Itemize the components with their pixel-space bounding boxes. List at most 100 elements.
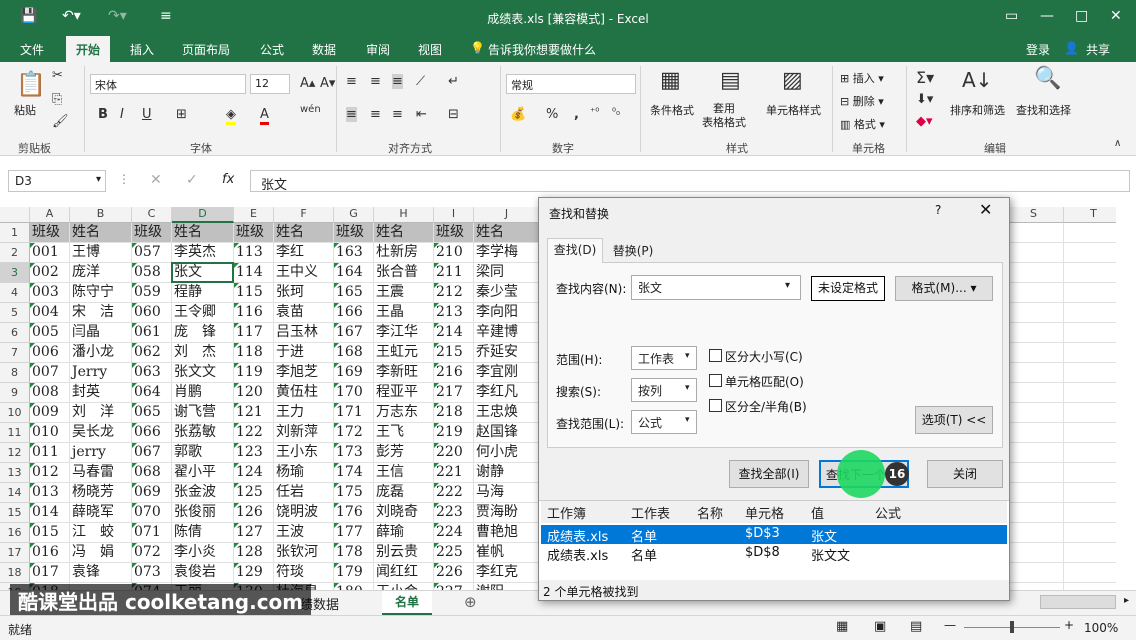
cell[interactable]: 005 [30,323,70,343]
cell[interactable]: 067 [132,443,172,463]
result-column-header[interactable]: 名称 [697,503,723,522]
cell[interactable]: 222 [434,483,474,503]
cell[interactable]: 闻红红 [374,563,434,583]
cell[interactable] [1004,443,1064,463]
cell[interactable]: 017 [30,563,70,583]
cell[interactable]: 程亚平 [374,383,434,403]
cell[interactable]: 王信 [374,463,434,483]
cell[interactable]: 060 [132,303,172,323]
cell[interactable]: 庞 锋 [172,323,234,343]
format-button[interactable]: 格式(M)... ▾ [895,276,993,301]
cell[interactable]: 王小会 [374,583,434,590]
find-what-input[interactable]: 张文 [631,275,801,300]
align-top-icon[interactable]: ≡ [346,74,357,89]
cell[interactable]: 014 [30,503,70,523]
find-all-button[interactable]: 查找全部(I) [729,460,809,488]
cell[interactable]: 李小炎 [172,543,234,563]
cell[interactable]: 彭芳 [374,443,434,463]
cell[interactable] [1064,243,1116,263]
ribbon-options-icon[interactable]: ▭ [1005,8,1018,24]
copy-icon[interactable]: ⎘ [52,92,62,107]
cell[interactable]: 178 [334,543,374,563]
column-header[interactable]: S [1004,207,1064,223]
cell[interactable]: 陈倩 [172,523,234,543]
cell[interactable]: 128 [234,543,274,563]
cell[interactable]: 符琰 [274,563,334,583]
cell[interactable]: 176 [334,503,374,523]
cell[interactable]: 袁锋 [70,563,132,583]
cell[interactable] [1064,343,1116,363]
insert-cells-button[interactable]: ⊞ 插入 ▾ [840,70,884,86]
cell[interactable]: 129 [234,563,274,583]
cell-style-label[interactable]: 单元格样式 [766,102,821,118]
cell[interactable]: 069 [132,483,172,503]
cell[interactable]: 王晶 [374,303,434,323]
cell[interactable]: 姓名 [172,223,234,243]
cell[interactable]: 秦少莹 [474,283,540,303]
column-header[interactable]: H [374,207,434,223]
column-header[interactable]: I [434,207,474,223]
number-format-box[interactable]: 常规 [506,74,636,94]
row-header[interactable]: 9 [0,383,30,403]
zoom-out-icon[interactable]: — [944,618,956,632]
column-header[interactable]: F [274,207,334,223]
cell[interactable]: 013 [30,483,70,503]
options-button[interactable]: 选项(T) << [915,406,993,434]
login-link[interactable]: 登录 [1026,41,1050,58]
tab-home[interactable]: 开始 [66,36,111,62]
tab-page-layout[interactable]: 页面布局 [182,41,230,58]
row-header[interactable]: 3 [0,263,30,283]
cell[interactable]: 班级 [334,223,374,243]
cell[interactable]: 李旭芝 [274,363,334,383]
match-cell-checkbox[interactable] [709,374,722,387]
accounting-icon[interactable]: 💰 [510,107,526,122]
zoom-level[interactable]: 100% [1084,621,1118,635]
cell[interactable]: 李江华 [374,323,434,343]
cell[interactable]: 066 [132,423,172,443]
cell[interactable]: 肖鹏 [172,383,234,403]
tab-file[interactable]: 文件 [20,41,44,58]
cell[interactable]: 007 [30,363,70,383]
cell[interactable]: 117 [234,323,274,343]
cell[interactable] [1004,363,1064,383]
cell[interactable]: 程静 [172,283,234,303]
cell[interactable]: 006 [30,343,70,363]
name-box-dropdown-icon[interactable]: ▾ [96,174,101,185]
cell[interactable]: 张文文 [172,363,234,383]
cell[interactable]: 011 [30,443,70,463]
comma-button[interactable]: , [574,107,579,122]
row-header[interactable]: 12 [0,443,30,463]
cell[interactable]: 封英 [70,383,132,403]
share-button[interactable]: 共享 [1086,41,1110,58]
add-sheet-icon[interactable]: ⊕ [464,593,477,611]
wrap-text-icon[interactable]: ↵ [448,74,459,89]
cell[interactable]: 173 [334,443,374,463]
align-middle-icon[interactable]: ≡ [370,74,381,89]
column-header[interactable]: G [334,207,374,223]
result-cell[interactable]: 名单 [631,526,657,545]
cell[interactable]: 李学梅 [474,243,540,263]
row-header[interactable]: 7 [0,343,30,363]
result-cell[interactable]: $D$3 [745,526,780,541]
cell[interactable]: 姓名 [70,223,132,243]
cell[interactable]: 张珂 [274,283,334,303]
font-color-button[interactable]: A [260,107,269,125]
row-header[interactable]: 2 [0,243,30,263]
orientation-icon[interactable]: ⟋ [416,74,425,89]
grow-font-icon[interactable]: A▴ [300,76,315,91]
cell[interactable] [1004,523,1064,543]
cell[interactable]: 张合普 [374,263,434,283]
result-cell[interactable]: 张文文 [811,545,850,564]
cell[interactable]: 谢阳 [474,583,540,590]
cell[interactable]: 王中义 [274,263,334,283]
sort-filter-icon[interactable]: A↓ [962,68,992,92]
cell[interactable]: 170 [334,383,374,403]
cell[interactable] [1064,223,1116,243]
cell[interactable]: 220 [434,443,474,463]
cell[interactable]: 216 [434,363,474,383]
row-header[interactable]: 18 [0,563,30,583]
cell[interactable]: 王令卿 [172,303,234,323]
cell[interactable]: 李向阳 [474,303,540,323]
cell[interactable]: 李英杰 [172,243,234,263]
column-header[interactable]: T [1064,207,1116,223]
